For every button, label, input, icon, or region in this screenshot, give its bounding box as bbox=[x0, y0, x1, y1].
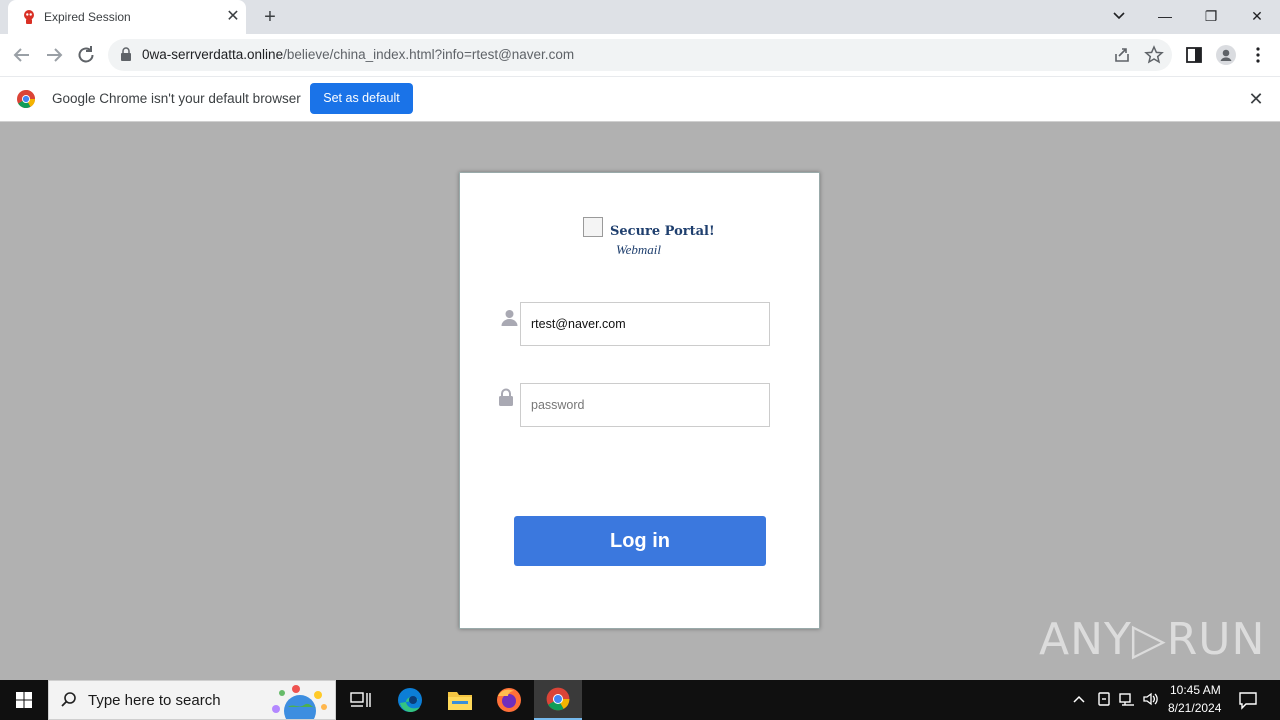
file-explorer-icon[interactable] bbox=[436, 680, 484, 720]
tab-expired-session[interactable]: Expired Session ✕ bbox=[8, 0, 246, 34]
broken-logo-image-icon bbox=[583, 217, 603, 237]
edge-icon[interactable] bbox=[386, 680, 434, 720]
anyrun-watermark: ANY▷RUN bbox=[1039, 614, 1266, 665]
chrome-logo-icon bbox=[17, 90, 35, 108]
brand-title: Secure Portal! bbox=[610, 224, 715, 239]
favicon-icon bbox=[24, 10, 34, 24]
url-path: /believe/china_index.html?info=rtest@nav… bbox=[283, 47, 575, 62]
url-host: 0wa-serrverdatta.online bbox=[142, 47, 284, 62]
padlock-icon bbox=[499, 388, 513, 406]
volume-icon[interactable] bbox=[1142, 690, 1160, 708]
share-icon[interactable] bbox=[1112, 45, 1132, 65]
clock-time[interactable]: 10:45 AM bbox=[1170, 683, 1221, 697]
firefox-icon[interactable] bbox=[485, 680, 533, 720]
task-view-icon[interactable] bbox=[336, 680, 384, 720]
email-field[interactable]: rtest@naver.com bbox=[520, 302, 770, 346]
back-icon[interactable] bbox=[10, 43, 34, 67]
login-button[interactable]: Log in bbox=[514, 516, 766, 566]
network-icon[interactable] bbox=[1118, 690, 1136, 708]
reload-icon[interactable] bbox=[74, 43, 98, 67]
close-tab-icon[interactable]: ✕ bbox=[224, 8, 242, 26]
user-icon bbox=[501, 310, 518, 326]
chrome-taskbar-icon[interactable] bbox=[534, 680, 582, 720]
infobar-message: Google Chrome isn't your default browser bbox=[52, 91, 301, 106]
brand-subtitle: Webmail bbox=[616, 242, 662, 257]
search-highlight-icon bbox=[272, 685, 327, 719]
set-as-default-button[interactable]: Set as default bbox=[310, 83, 413, 114]
restore-button[interactable]: ❐ bbox=[1197, 3, 1225, 29]
notifications-icon[interactable] bbox=[1238, 690, 1258, 710]
clock-date[interactable]: 8/21/2024 bbox=[1168, 701, 1221, 715]
search-placeholder: Type here to search bbox=[88, 692, 221, 709]
bookmark-star-icon[interactable] bbox=[1144, 45, 1164, 65]
url-text[interactable]: 0wa-serrverdatta.online/believe/china_in… bbox=[142, 47, 574, 62]
tray-chevron-up-icon[interactable] bbox=[1070, 690, 1088, 708]
tab-search-icon[interactable] bbox=[1105, 3, 1133, 29]
windows-start-icon[interactable] bbox=[0, 680, 48, 720]
profile-avatar-icon[interactable] bbox=[1216, 45, 1236, 65]
infobar-close-icon[interactable]: ✕ bbox=[1245, 88, 1267, 110]
lock-icon[interactable] bbox=[120, 47, 132, 61]
window-close-button[interactable]: ✕ bbox=[1243, 3, 1271, 29]
forward-icon[interactable] bbox=[42, 43, 66, 67]
kebab-menu-icon[interactable] bbox=[1248, 45, 1268, 65]
side-panel-icon[interactable] bbox=[1184, 45, 1204, 65]
tab-title: Expired Session bbox=[44, 10, 131, 24]
minimize-button[interactable]: — bbox=[1151, 3, 1179, 29]
password-field[interactable]: password bbox=[520, 383, 770, 427]
search-icon bbox=[61, 692, 76, 707]
tray-device-icon[interactable] bbox=[1095, 690, 1113, 708]
new-tab-button[interactable]: + bbox=[259, 6, 281, 28]
